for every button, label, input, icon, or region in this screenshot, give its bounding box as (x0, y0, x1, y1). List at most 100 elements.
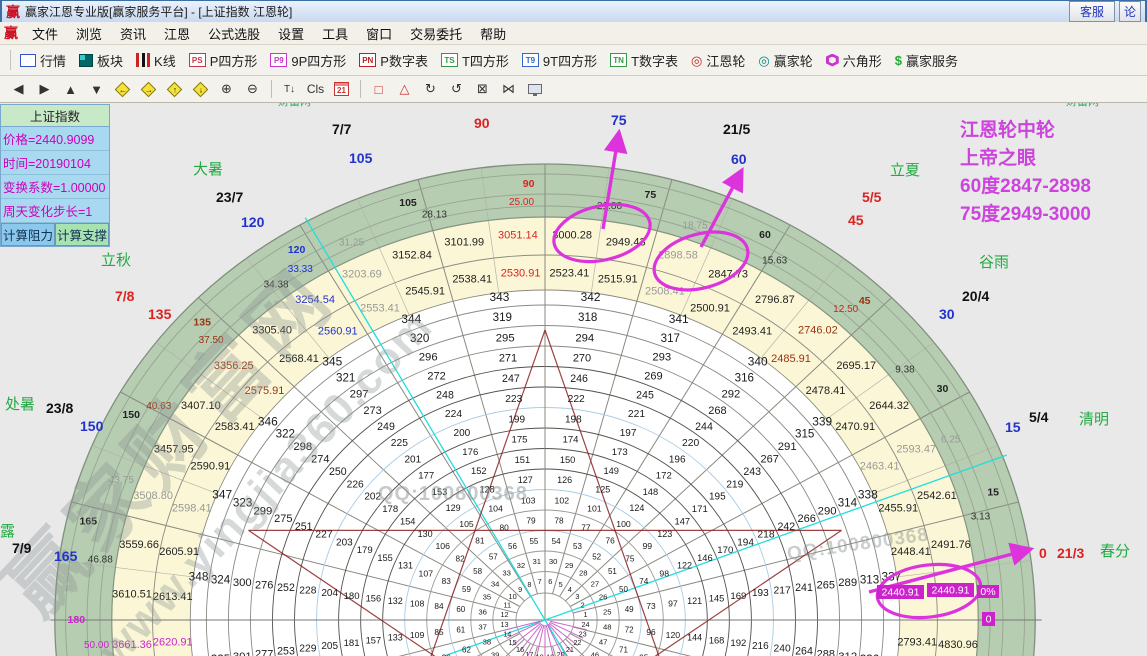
screen-tool[interactable] (522, 79, 547, 100)
rotate-ccw[interactable]: ↺ (444, 79, 469, 100)
nav-down[interactable]: ▼ (84, 79, 109, 100)
kline-icon (136, 53, 150, 67)
T9-icon: T9 (522, 53, 539, 67)
forum-button[interactable]: 论 (1119, 1, 1141, 22)
svg-text:2553.41: 2553.41 (360, 303, 400, 315)
menu-item-8[interactable]: 交易委托 (401, 25, 471, 44)
svg-text:177: 177 (418, 471, 434, 482)
svg-text:38: 38 (483, 637, 492, 646)
toolbar-button-江恩轮[interactable]: ◎江恩轮 (686, 49, 750, 72)
svg-text:28: 28 (579, 569, 588, 578)
svg-text:46: 46 (591, 651, 600, 656)
svg-text:199: 199 (508, 414, 525, 425)
svg-text:12: 12 (500, 610, 508, 619)
zoom-out[interactable]: ⊖ (240, 79, 265, 100)
svg-text:72: 72 (625, 625, 634, 634)
diamond-arrow-icon: ↓ (193, 81, 209, 97)
nav-up[interactable]: ▲ (58, 79, 83, 100)
svg-text:2478.41: 2478.41 (806, 385, 846, 397)
svg-text:170: 170 (717, 545, 733, 556)
svg-text:26: 26 (599, 593, 608, 602)
toolbar-button-T数字表[interactable]: TNT数字表 (605, 49, 683, 72)
menu-item-0[interactable]: 文件 (23, 25, 67, 44)
square-tool[interactable]: □ (366, 79, 391, 100)
svg-text:245: 245 (636, 389, 654, 401)
svg-text:217: 217 (774, 586, 791, 597)
clear-tool[interactable]: ⊠ (470, 79, 495, 100)
triangle-tool[interactable]: △ (392, 79, 417, 100)
menu-item-1[interactable]: 浏览 (67, 25, 111, 44)
svg-text:132: 132 (388, 596, 403, 606)
toolbar-button-9T四方形[interactable]: T99T四方形 (517, 49, 602, 72)
toolbar-button-P四方形[interactable]: PSP四方形 (184, 49, 263, 72)
toolbar-button-T四方形[interactable]: TST四方形 (436, 49, 514, 72)
svg-text:61: 61 (456, 625, 465, 634)
calendar-button[interactable]: 21 (329, 79, 354, 100)
menu-item-2[interactable]: 资讯 (111, 25, 155, 44)
svg-text:223: 223 (505, 394, 522, 405)
nav-left[interactable]: ◀ (6, 79, 31, 100)
TN-icon: TN (610, 53, 627, 67)
svg-text:242: 242 (777, 521, 795, 533)
svg-text:205: 205 (321, 641, 338, 652)
price-time-toggle[interactable]: T↓ (277, 79, 302, 100)
nav-right[interactable]: ▶ (32, 79, 57, 100)
menu-item-7[interactable]: 窗口 (357, 25, 401, 44)
toolbar-button-K线[interactable]: K线 (131, 49, 181, 72)
collapse-tool[interactable]: ⋈ (496, 79, 521, 100)
toolbar-button-行情[interactable]: 行情 (15, 49, 71, 72)
svg-text:52: 52 (592, 552, 601, 561)
svg-text:2455.91: 2455.91 (878, 502, 918, 514)
svg-text:102: 102 (555, 495, 570, 505)
svg-text:204: 204 (321, 588, 338, 599)
svg-text:172: 172 (656, 471, 672, 482)
svg-text:294: 294 (575, 332, 594, 344)
svg-text:6.25: 6.25 (941, 435, 961, 446)
cls-button[interactable]: Cls (303, 79, 328, 100)
toolbar-button-六角形[interactable]: 六角形 (821, 49, 887, 72)
svg-text:176: 176 (462, 447, 478, 458)
annotation-line-3: 75度2949-3000 (960, 201, 1091, 229)
svg-text:346: 346 (258, 414, 278, 428)
toolbar-label: 行情 (40, 51, 66, 70)
menu-item-3[interactable]: 江恩 (155, 25, 199, 44)
menu-logo-icon: 赢 (4, 23, 18, 43)
svg-text:293: 293 (652, 352, 671, 364)
toolbar-button-赢家轮[interactable]: ◎赢家轮 (753, 49, 817, 72)
step-right[interactable]: → (136, 79, 161, 100)
hexagon-icon (826, 54, 839, 67)
svg-text:169: 169 (730, 591, 746, 602)
svg-text:8: 8 (527, 580, 531, 589)
svg-text:71: 71 (619, 645, 628, 654)
drawing-toolbar: ◀▶▲▼←→↑ ↓ ⊕⊖ T↓Cls21 □△↻↺⊠⋈ (0, 76, 1147, 103)
menu-item-6[interactable]: 工具 (313, 25, 357, 44)
calc-resistance-button[interactable]: 计算阻力 (1, 223, 55, 246)
window-title: 赢家江恩专业版[赢家服务平台] - [上证指数 江恩轮] (25, 3, 1065, 20)
svg-text:2440.91: 2440.91 (932, 584, 970, 596)
svg-text:131: 131 (398, 561, 413, 571)
zoom-in[interactable]: ⊕ (214, 79, 239, 100)
step-up[interactable]: ↑ (162, 79, 187, 100)
svg-text:83: 83 (442, 576, 452, 586)
step-down[interactable]: ↓ (188, 79, 213, 100)
toolbar-button-板块[interactable]: 板块 (74, 49, 128, 72)
menu-item-4[interactable]: 公式选股 (199, 25, 269, 44)
svg-text:53: 53 (573, 542, 582, 551)
toolbar-button-赢家服务[interactable]: $赢家服务 (890, 49, 963, 72)
svg-text:108: 108 (410, 599, 425, 609)
svg-text:18.75: 18.75 (682, 221, 707, 232)
customer-service-button[interactable]: 客服 (1069, 1, 1115, 22)
menu-item-9[interactable]: 帮助 (471, 25, 515, 44)
svg-text:268: 268 (708, 405, 726, 417)
svg-text:99: 99 (642, 541, 652, 551)
svg-text:123: 123 (657, 529, 672, 539)
rotate-cw[interactable]: ↻ (418, 79, 443, 100)
svg-text:343: 343 (489, 290, 509, 304)
toolbar-button-9P四方形[interactable]: P99P四方形 (265, 49, 351, 72)
gann-wheel-chart-area[interactable]: 1234567891011121314151617181920212223242… (0, 103, 1147, 656)
calc-support-button[interactable]: 计算支撑 (55, 223, 109, 246)
menu-item-5[interactable]: 设置 (269, 25, 313, 44)
toolbar-button-P数字表[interactable]: PNP数字表 (354, 49, 433, 72)
step-left[interactable]: ← (110, 79, 135, 100)
svg-text:271: 271 (499, 353, 517, 365)
